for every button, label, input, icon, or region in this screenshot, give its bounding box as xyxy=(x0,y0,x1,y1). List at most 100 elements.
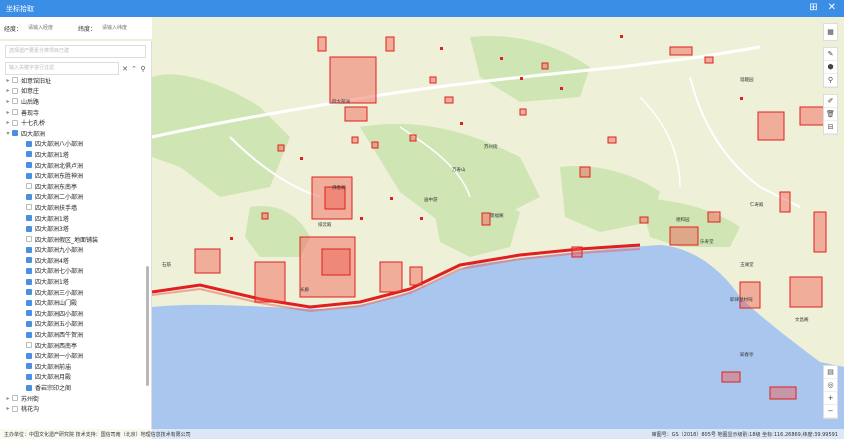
category-select[interactable]: 选择遗产要素分类项目已建 xyxy=(5,45,146,58)
tree-checkbox[interactable] xyxy=(26,215,32,222)
tree-checkbox[interactable] xyxy=(26,151,32,158)
tree-checkbox[interactable] xyxy=(26,225,32,232)
marker-icon[interactable]: ⚲ xyxy=(824,74,837,87)
pencil-icon[interactable]: ✎ xyxy=(824,48,837,61)
tree-item[interactable]: 四大部洲1塔 xyxy=(0,149,150,160)
caret-right-icon[interactable]: ▸ xyxy=(4,395,12,402)
close-icon[interactable]: ✕ xyxy=(828,2,836,13)
tree-checkbox[interactable] xyxy=(26,172,32,179)
tree-item[interactable]: 四大部洲西南亭 xyxy=(0,340,150,351)
edit-icon[interactable]: ✐ xyxy=(824,95,837,108)
tree-checkbox[interactable] xyxy=(26,257,32,264)
tree-checkbox[interactable] xyxy=(12,395,18,402)
clear-icon[interactable]: ✕ xyxy=(122,65,128,73)
tree-item[interactable]: 四大部洲九小部洲 xyxy=(0,245,150,256)
zoom-in-icon[interactable]: + xyxy=(824,392,837,405)
search-icon[interactable]: ⚲ xyxy=(140,65,146,73)
polygon-icon[interactable]: ⬢ xyxy=(824,61,837,74)
tree-checkbox[interactable] xyxy=(12,405,18,412)
tree-checkbox[interactable] xyxy=(12,98,18,105)
tree-item[interactable]: 四大部洲一小部洲 xyxy=(0,350,150,361)
tree-checkbox[interactable] xyxy=(26,310,32,317)
tree-item[interactable]: 四大部洲七小部洲 xyxy=(0,266,150,277)
tree-checkbox[interactable] xyxy=(26,267,32,274)
tree-item[interactable]: ▸ 如意馆旧址 xyxy=(0,75,150,86)
tree-item[interactable]: ▸ 善现寺 xyxy=(0,107,150,118)
tree-item[interactable]: 香岩宗印之阁 xyxy=(0,382,150,393)
tree-item[interactable]: 四大部洲扶手墙 xyxy=(0,202,150,213)
caret-down-icon[interactable]: ▾ xyxy=(4,130,12,137)
tree-checkbox[interactable] xyxy=(26,352,32,359)
caret-right-icon[interactable]: ▸ xyxy=(4,98,12,105)
tree-scrollbar[interactable] xyxy=(146,266,149,386)
longitude-input[interactable] xyxy=(26,23,75,33)
tree-checkbox[interactable] xyxy=(26,384,32,391)
tree-checkbox[interactable] xyxy=(26,299,32,306)
tree-checkbox[interactable] xyxy=(26,373,32,380)
tree-checkbox[interactable] xyxy=(26,204,32,211)
tree-item[interactable]: 四大部洲山门殿 xyxy=(0,297,150,308)
tree-checkbox[interactable] xyxy=(12,109,18,116)
caret-right-icon[interactable]: ▸ xyxy=(4,87,12,94)
tree-item[interactable]: 四大部洲1塔 xyxy=(0,276,150,287)
map-label: 石舫 xyxy=(162,263,171,268)
tree-item[interactable]: 四大部洲二小部洲 xyxy=(0,192,150,203)
tree-item[interactable]: 四大部洲东胜神洲 xyxy=(0,170,150,181)
tree-checkbox[interactable] xyxy=(26,289,32,296)
caret-right-icon[interactable]: ▸ xyxy=(4,109,12,116)
tree-item[interactable]: 四大部洲前庙 xyxy=(0,361,150,372)
tree-checkbox[interactable] xyxy=(26,236,32,243)
filter-input[interactable]: 输入关键字进行过滤 xyxy=(5,62,119,75)
tree-checkbox[interactable] xyxy=(26,278,32,285)
tree-checkbox[interactable] xyxy=(26,183,32,190)
maximize-icon[interactable]: ⊞ xyxy=(809,2,817,13)
tree-item[interactable]: 四大部洲三小部洲 xyxy=(0,287,150,298)
layers-icon[interactable]: ▤ xyxy=(824,366,837,379)
tree-item[interactable]: 四大部洲4塔 xyxy=(0,255,150,266)
tree-checkbox[interactable] xyxy=(26,193,32,200)
map-label: 文昌阁 xyxy=(795,318,809,323)
tree-item[interactable]: 四大部洲八小部洲 xyxy=(0,139,150,150)
tree-item[interactable]: 四大部洲假区_地面铺装 xyxy=(0,234,150,245)
caret-right-icon[interactable]: ▸ xyxy=(4,77,12,84)
tree-checkbox[interactable] xyxy=(12,119,18,126)
polygon-renshou xyxy=(379,261,403,293)
layer-switch-tool[interactable]: ▦ xyxy=(823,23,838,41)
tree-checkbox[interactable] xyxy=(26,331,32,338)
layer-tree: ▸ 如意馆旧址 ▸ 如意庄 ▸ 山后路 ▸ 善现寺 ▸ 十七孔桥 ▾ 四大部洲 四大部洲八小部洲 四大部洲… xyxy=(0,75,150,429)
tree-checkbox[interactable] xyxy=(26,246,32,253)
tree-item[interactable]: 四大部洲月殿 xyxy=(0,372,150,383)
delete-icon[interactable]: 🗑 xyxy=(824,108,837,121)
export-icon[interactable]: ⊟ xyxy=(824,121,837,134)
tree-item[interactable]: ▸ 山后路 xyxy=(0,96,150,107)
tree-checkbox[interactable] xyxy=(26,140,32,147)
tree-checkbox[interactable] xyxy=(26,363,32,370)
tree-checkbox[interactable] xyxy=(12,87,18,94)
tree-item[interactable]: 四大部洲四小部洲 xyxy=(0,308,150,319)
tree-checkbox[interactable] xyxy=(12,130,18,137)
caret-right-icon[interactable]: ▸ xyxy=(4,119,12,126)
tree-item[interactable]: ▸ 苏州街 xyxy=(0,393,150,404)
tree-item[interactable]: 四大部洲北俱卢洲 xyxy=(0,160,150,171)
tree-checkbox[interactable] xyxy=(12,77,18,84)
caret-right-icon[interactable]: ▸ xyxy=(4,405,12,412)
tree-item[interactable]: ▸ 如意庄 xyxy=(0,86,150,97)
collapse-icon[interactable]: ⌃ xyxy=(131,65,137,73)
tree-item[interactable]: 四大部洲1塔 xyxy=(0,213,150,224)
tree-item[interactable]: ▾ 四大部洲 xyxy=(0,128,150,139)
tree-item[interactable]: 四大部洲西牛贺洲 xyxy=(0,329,150,340)
tree-item-label: 四大部洲假区_地面铺装 xyxy=(35,236,99,244)
tree-checkbox[interactable] xyxy=(26,320,32,327)
latitude-input[interactable] xyxy=(100,23,149,33)
tree-item[interactable]: ▸ 桃花沟 xyxy=(0,403,150,414)
latitude-label: 纬度： xyxy=(78,25,97,33)
locate-icon[interactable]: ◎ xyxy=(824,379,837,392)
grid-icon[interactable]: ▦ xyxy=(824,24,837,40)
tree-checkbox[interactable] xyxy=(26,162,32,169)
tree-item[interactable]: ▸ 十七孔桥 xyxy=(0,117,150,128)
tree-item[interactable]: 四大部洲3塔 xyxy=(0,223,150,234)
tree-item[interactable]: 四大部洲五小部洲 xyxy=(0,319,150,330)
tree-item[interactable]: 四大部洲东南亭 xyxy=(0,181,150,192)
zoom-out-icon[interactable]: − xyxy=(824,405,837,418)
tree-checkbox[interactable] xyxy=(26,342,32,349)
